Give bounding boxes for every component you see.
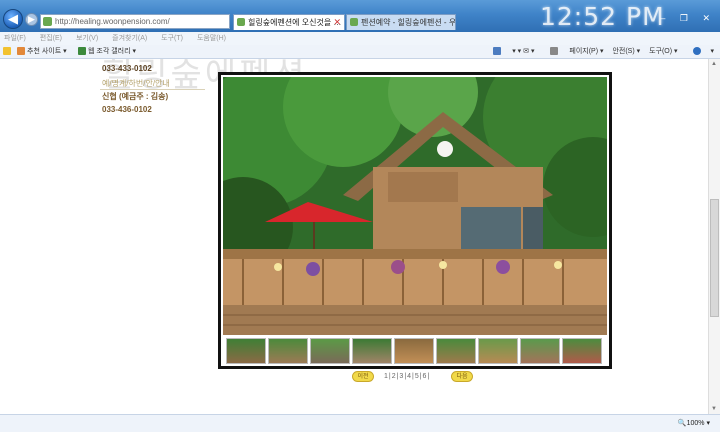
favorites-command-bar: 추천 사이트 ▾ 웹 조각 갤러리 ▾ ▾ ▾ ✉ ▾ 페이지(P) ▾ 안전(… [0,45,720,59]
thumbnail-2[interactable] [268,338,308,364]
tab-close-icon[interactable]: ✕ [333,15,341,30]
web-slice-gallery-label: 웹 조각 갤러리 ▾ [88,48,136,55]
main-photo[interactable] [223,77,607,335]
menu-edit[interactable]: 편집(E) [40,35,62,42]
page-content: 힐링숲에펜션 033-433-0102 예/명계/하번/안/안내 신협 (예금주… [0,59,708,414]
tab-label: 펜션예약 - 힐링숲에펜션 - 우… [361,18,456,27]
tab-favicon-icon [237,18,245,26]
zoom-icon: 🔍 [677,420,687,427]
browser-title-bar: ◀ ▶ http://healing.woonpension.com/ ▾ ↻ … [0,0,720,32]
scroll-up-icon[interactable]: ▲ [711,61,717,67]
menu-help[interactable]: 도움말(H) [197,35,226,42]
photo-gallery [218,72,612,369]
thumbnail-4[interactable] [352,338,392,364]
status-bar: 🔍100% ▾ [0,414,720,432]
help-menu: ▾ [710,48,714,55]
zoom-level: 100% [686,420,705,427]
site-favicon-icon [43,17,52,26]
command-bar-right: ▾ ▾ ✉ ▾ 페이지(P) ▾ 안전(S) ▾ 도구(O) ▾ ▾ [479,45,714,58]
window-controls[interactable]: – ❐ ✕ [660,13,716,24]
thumbnail-6[interactable] [436,338,476,364]
forward-arrow-icon[interactable]: ▶ [25,13,38,26]
nav-links[interactable]: 예/명계/하번/안/안내 [102,78,170,89]
prev-page-button[interactable]: 이전 [352,371,374,382]
divider [100,89,205,90]
page-numbers[interactable]: 1|2|3|4|5|6| [384,371,430,382]
bank-account: 신협 (예금주 : 김송) [102,92,169,101]
zoom-control[interactable]: 🔍100% ▾ [678,415,710,432]
thumbnail-strip [226,338,606,364]
tab-reservation[interactable]: 펜션예약 - 힐링숲에펜션 - 우… [346,14,456,30]
web-slice-icon [78,47,86,56]
menu-bar: 파일(F) 편집(E) 보기(V) 즐겨찾기(A) 도구(T) 도움말(H) [0,32,720,45]
thumbnail-9[interactable] [562,338,602,364]
next-page-button[interactable]: 다음 [451,371,473,382]
system-clock: 12:52 PM [540,2,665,31]
thumbnail-5[interactable] [394,338,434,364]
phone-number-1: 033-433-0102 [102,64,152,73]
print-icon[interactable] [543,47,560,56]
menu-favorites[interactable]: 즐겨찾기(A) [112,35,147,42]
menu-tools[interactable]: 도구(T) [161,35,183,42]
menu-view[interactable]: 보기(V) [76,35,98,42]
suggested-sites-label: 추천 사이트 ▾ [27,48,67,55]
suggested-sites-icon [17,47,25,56]
thumbnail-1[interactable] [226,338,266,364]
tools-menu[interactable]: 도구(O) ▾ [649,48,677,55]
thumbnail-7[interactable] [478,338,518,364]
scroll-down-icon[interactable]: ▼ [711,406,717,412]
tab-healing-pension[interactable]: 힐링숲에펜션에 오신것을 … ✕ [233,14,345,30]
favorites-star-icon[interactable] [3,45,13,58]
cabin-photo [223,77,607,335]
safety-menu[interactable]: 안전(S) ▾ [612,48,640,55]
address-text: http://healing.woonpension.com/ [55,17,170,26]
page-menu[interactable]: 페이지(P) ▾ [569,48,603,55]
thumbnail-8[interactable] [520,338,560,364]
thumbnail-3[interactable] [310,338,350,364]
back-arrow-icon[interactable]: ◀ [3,9,23,29]
scrollbar-thumb[interactable] [710,199,719,317]
vertical-scrollbar[interactable]: ▲ ▼ [708,59,720,414]
menu-file[interactable]: 파일(F) [4,35,26,42]
home-icon[interactable] [486,47,503,56]
suggested-sites-button[interactable]: 추천 사이트 ▾ [17,45,67,58]
address-bar[interactable]: http://healing.woonpension.com/ ▾ ↻ ✕ [40,14,230,29]
phone-number-2: 033-436-0102 [102,105,152,114]
tab-favicon-icon [350,18,358,26]
command-icons[interactable]: ▾ ▾ ✉ ▾ [512,48,534,55]
help-icon[interactable]: ▾ [686,47,714,56]
web-slice-gallery-button[interactable]: 웹 조각 갤러리 ▾ [78,45,136,58]
tab-label: 힐링숲에펜션에 오신것을 … [248,18,342,27]
